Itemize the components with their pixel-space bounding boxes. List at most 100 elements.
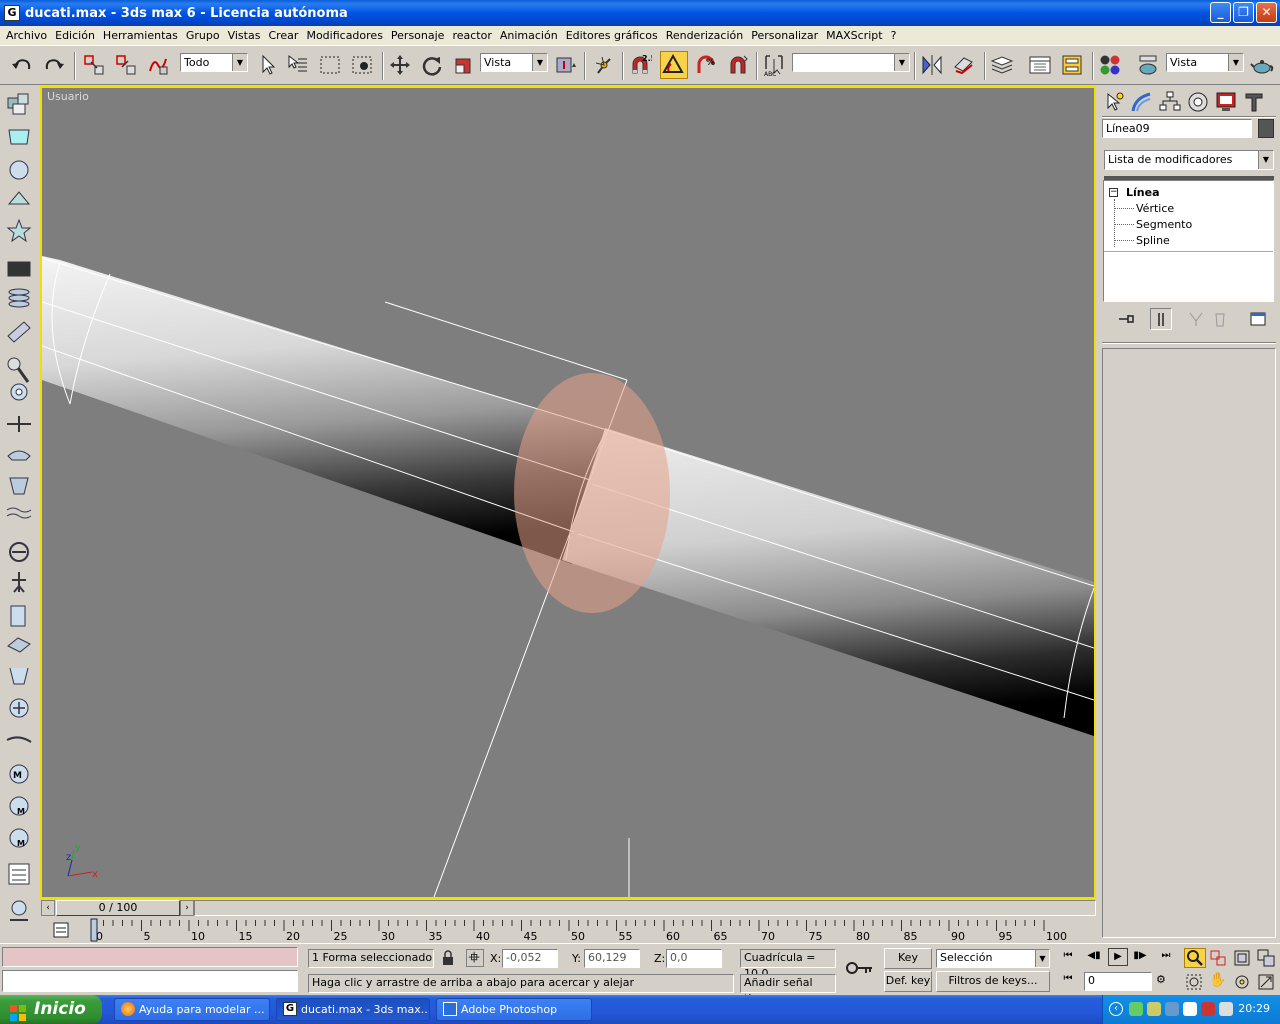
pan-hand-icon[interactable]: ✋ (1208, 972, 1228, 992)
tray-volume-icon[interactable] (1219, 1002, 1233, 1016)
time-slider[interactable]: ‹ 0 / 100 › (40, 899, 1098, 917)
menu-grupo[interactable]: Grupo (182, 29, 224, 42)
menu-editores-graficos[interactable]: Editores gráficos (562, 29, 662, 42)
key-icon[interactable] (844, 956, 876, 980)
menu-archivo[interactable]: Archivo (2, 29, 51, 42)
tray-messenger-icon[interactable] (1147, 1002, 1161, 1016)
zoom-extents-all-icon[interactable] (1256, 948, 1276, 968)
time-next-icon[interactable]: › (180, 900, 194, 916)
left-tab-icons[interactable]: M M M (0, 86, 38, 942)
maxscript-listener-mini[interactable] (2, 947, 298, 967)
stack-item-segmento[interactable]: Segmento (1136, 218, 1192, 231)
utilities-tab-icon[interactable] (1242, 90, 1268, 114)
stack-item-spline[interactable]: Spline (1136, 234, 1170, 247)
menu-vistas[interactable]: Vistas (224, 29, 265, 42)
display-tab-icon[interactable] (1214, 90, 1240, 114)
zoom-icon[interactable] (1184, 948, 1206, 968)
mini-curve-editor-icon[interactable] (52, 921, 70, 939)
maximize-viewport-icon[interactable] (1256, 972, 1276, 992)
menu-herramientas[interactable]: Herramientas (99, 29, 182, 42)
perspective-viewport[interactable]: Usuario y z x (40, 86, 1096, 899)
menu-modificadores[interactable]: Modificadores (302, 29, 386, 42)
title-bar[interactable]: G ducati.max - 3ds max 6 - Licencia autó… (0, 0, 1280, 26)
current-frame-marker[interactable] (90, 918, 98, 942)
hierarchy-tab-icon[interactable] (1158, 90, 1184, 114)
y-coordinate-field[interactable]: 60,129 (584, 949, 640, 968)
key-mode-toggle-icon[interactable]: ⏮ (1058, 973, 1078, 989)
zoom-extents-icon[interactable] (1232, 948, 1252, 968)
task-firefox[interactable]: Ayuda para modelar ... (114, 998, 270, 1021)
quick-render-teapot-icon[interactable] (1250, 53, 1274, 77)
next-frame-icon[interactable]: ▮▶ (1130, 950, 1150, 966)
absolute-mode-icon[interactable] (466, 949, 484, 967)
mirror-icon[interactable] (920, 53, 944, 77)
align-icon[interactable] (952, 53, 976, 77)
tray-network-icon[interactable] (1165, 1002, 1179, 1016)
key-mode-dropdown[interactable]: Selección ▼ (936, 949, 1050, 968)
menu-edicion[interactable]: Edición (51, 29, 99, 42)
menu-reactor[interactable]: reactor (448, 29, 495, 42)
maximize-button[interactable]: ❐ (1233, 2, 1254, 23)
object-name-field[interactable]: Línea09 (1102, 119, 1252, 138)
rotate-icon[interactable] (420, 53, 444, 77)
link-icon[interactable] (82, 53, 106, 77)
edit-named-selection-icon[interactable]: ABC (762, 53, 786, 78)
layer-manager-icon[interactable] (990, 53, 1014, 77)
arc-rotate-icon[interactable] (1232, 972, 1252, 992)
task-3dsmax[interactable]: G ducati.max - 3ds max... (276, 998, 430, 1021)
tray-antivirus-icon[interactable] (1201, 1002, 1215, 1016)
menu-personaje[interactable]: Personaje (387, 29, 449, 42)
selection-filter-dropdown[interactable]: Todo ▼ (180, 53, 248, 72)
rect-select-region-icon[interactable] (318, 53, 342, 77)
menu-crear[interactable]: Crear (264, 29, 302, 42)
configure-sets-icon[interactable] (1248, 310, 1268, 328)
show-end-result-icon[interactable] (1150, 308, 1172, 330)
named-selection-dropdown[interactable]: ▼ (792, 53, 910, 72)
window-crossing-icon[interactable] (350, 53, 374, 77)
time-slider-thumb[interactable]: 0 / 100 (56, 900, 180, 916)
region-zoom-icon[interactable] (1184, 972, 1204, 992)
prev-frame-icon[interactable]: ◀▮ (1084, 950, 1104, 966)
redo-icon[interactable] (42, 53, 66, 77)
render-scene-icon[interactable] (1136, 53, 1160, 77)
close-button[interactable]: ✕ (1256, 2, 1277, 23)
menu-renderizacion[interactable]: Renderización (662, 29, 748, 42)
key-filters-button[interactable]: Filtros de keys... (936, 971, 1050, 992)
add-time-tag[interactable]: Añadir señal tiempo (740, 974, 836, 1005)
select-manipulate-icon[interactable] (592, 53, 616, 77)
track-bar[interactable]: 0 5 10 15 20 25 30 35 40 45 50 55 60 65 70 75 80 85 90 95 10… (40, 917, 1098, 943)
menu-animacion[interactable]: Animación (496, 29, 562, 42)
tray-update-icon[interactable] (1183, 1002, 1197, 1016)
current-frame-field[interactable]: 0 (1084, 972, 1152, 991)
time-config-icon[interactable]: ⚙ (1156, 973, 1174, 989)
unlink-icon[interactable] (114, 53, 138, 77)
track-view-icon[interactable] (1028, 53, 1052, 77)
pivot-center-icon[interactable] (554, 53, 578, 77)
schematic-view-icon[interactable] (1060, 53, 1084, 77)
stack-item-vertice[interactable]: Vértice (1136, 202, 1174, 215)
render-view-dropdown[interactable]: Vista ▼ (1166, 53, 1244, 72)
auto-key-button[interactable]: Key auto (884, 948, 932, 982)
material-editor-icon[interactable] (1098, 53, 1122, 77)
modifier-list-dropdown[interactable]: Lista de modificadores ▼ (1104, 150, 1274, 170)
select-arrow-icon[interactable] (256, 53, 280, 77)
minimize-button[interactable]: _ (1210, 2, 1231, 23)
menu-maxscript[interactable]: MAXScript (822, 29, 886, 42)
move-icon[interactable] (388, 53, 412, 77)
percent-snap-icon[interactable]: % (694, 53, 718, 77)
make-unique-icon[interactable] (1186, 310, 1206, 328)
tray-app-icon[interactable] (1129, 1002, 1143, 1016)
modify-tab-icon[interactable] (1130, 90, 1156, 114)
start-button[interactable]: Inicio (0, 995, 102, 1024)
set-key-button[interactable]: Def. key (884, 971, 932, 992)
goto-start-icon[interactable]: ⏮ (1058, 950, 1078, 966)
time-prev-icon[interactable]: ‹ (41, 900, 55, 916)
collapse-icon[interactable]: − (1109, 188, 1118, 197)
tray-expand-icon[interactable]: ‹ (1109, 1002, 1123, 1016)
select-by-name-icon[interactable] (286, 53, 310, 77)
z-coordinate-field[interactable]: 0,0 (666, 949, 722, 968)
maxscript-input[interactable] (2, 970, 298, 992)
x-coordinate-field[interactable]: -0,052 (502, 949, 558, 968)
menu-personalizar[interactable]: Personalizar (747, 29, 822, 42)
bind-spacewarp-icon[interactable] (146, 53, 170, 77)
